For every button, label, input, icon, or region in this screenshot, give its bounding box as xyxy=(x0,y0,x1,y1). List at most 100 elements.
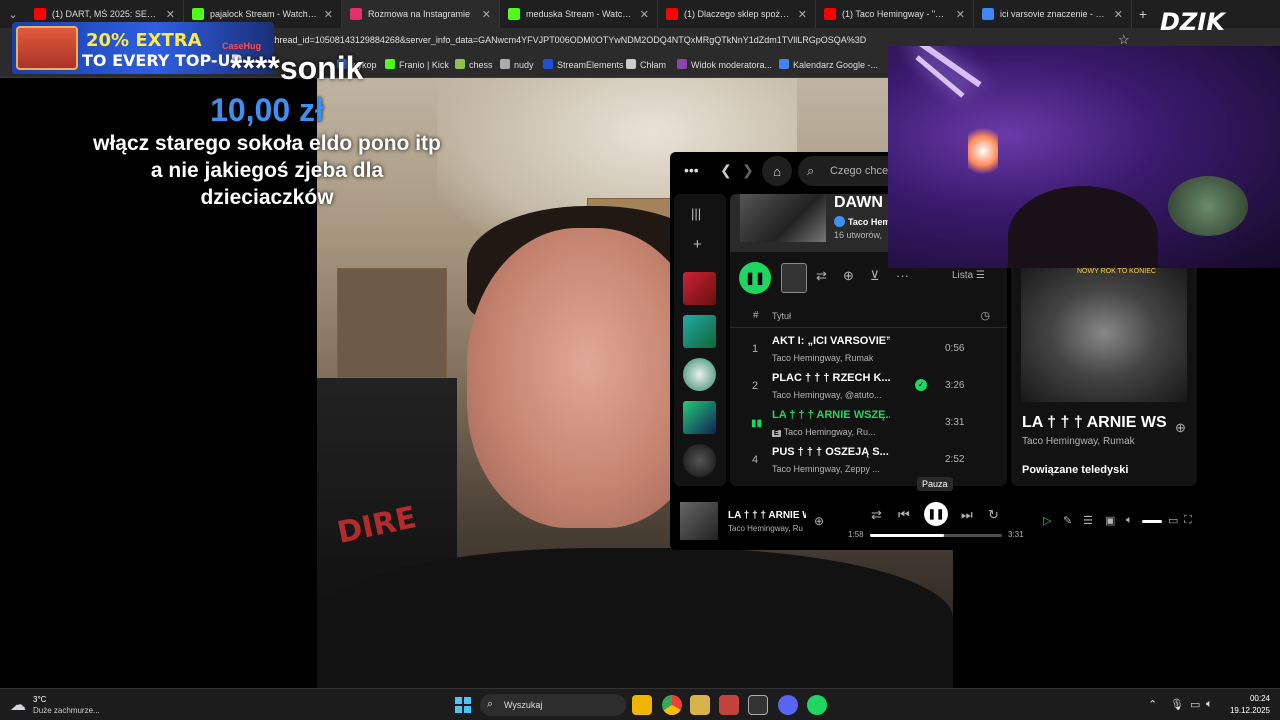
weather-temp[interactable]: 3°C xyxy=(33,695,46,704)
chevron-up-icon[interactable]: ⌃ xyxy=(1148,698,1157,711)
bookmark-item[interactable]: Widok moderatora... xyxy=(677,59,772,70)
webcam-shelf xyxy=(337,268,447,378)
tab-favicon-icon xyxy=(824,8,836,20)
bookmark-label: Kalendarz Google -... xyxy=(793,60,879,70)
network-icon[interactable]: ▭ xyxy=(1190,698,1200,711)
queue-icon[interactable]: ☰ xyxy=(1083,514,1093,527)
app-icon[interactable] xyxy=(690,695,710,715)
taskbar-search[interactable]: ⌕ Wyszukaj xyxy=(480,694,626,716)
browser-tab[interactable]: ici varsovie znaczenie - Szukaj w ✕ xyxy=(974,0,1132,28)
create-playlist-icon[interactable]: + xyxy=(693,236,702,253)
discord-icon[interactable] xyxy=(778,695,798,715)
album-pause-button[interactable]: ❚❚ xyxy=(739,262,771,294)
browser-tab[interactable]: meduska Stream - Watch Live ✕ xyxy=(500,0,658,28)
saved-check-icon[interactable]: ✓ xyxy=(915,379,927,391)
chrome-icon[interactable] xyxy=(662,695,682,715)
bookmark-item[interactable]: StreamElements xyxy=(543,59,624,70)
view-mode-toggle[interactable]: Lista ☰ xyxy=(952,270,985,281)
album-artist[interactable]: Taco Hem xyxy=(834,216,890,227)
volume-slider[interactable] xyxy=(1142,520,1162,523)
library-item[interactable] xyxy=(683,444,716,477)
connect-device-icon[interactable]: ▣ xyxy=(1105,514,1115,527)
browser-tab[interactable]: (1) Taco Hemingway - "Deszcz ✕ xyxy=(816,0,974,28)
track-title[interactable]: PUS † † † OSZEJĄ S... xyxy=(772,446,889,458)
progress-bar[interactable] xyxy=(870,534,1002,537)
close-tab-icon[interactable]: ✕ xyxy=(640,8,649,21)
shuffle-icon[interactable]: ⇄ xyxy=(816,268,827,284)
bookmark-label: Franio | Kick xyxy=(399,60,449,70)
player-track-title[interactable]: LA † † † ARNIE W xyxy=(728,510,806,521)
now-playing-view-icon[interactable]: ▷ xyxy=(1043,514,1051,527)
lyrics-icon[interactable]: ✎ xyxy=(1063,514,1072,527)
track-artist[interactable]: Taco Hemingway, Zeppy ... xyxy=(772,464,880,474)
clock-date[interactable]: 19.12.2025 xyxy=(1226,706,1270,715)
shuffle-icon[interactable]: ⇄ xyxy=(871,507,882,523)
close-tab-icon[interactable]: ✕ xyxy=(798,8,807,21)
player-track-artist[interactable]: Taco Hemingway, Ru xyxy=(728,524,803,533)
back-arrow-icon[interactable]: ❮ xyxy=(720,162,732,179)
track-row[interactable]: 2 PLAC † † † RZECH K... Taco Hemingway, @a… xyxy=(730,369,1007,405)
clock-time[interactable]: 00:24 xyxy=(1230,694,1270,703)
track-row[interactable]: 4 PUS † † † OSZEJĄ S... Taco Hemingway, Ze… xyxy=(730,443,1007,479)
bookmark-item[interactable]: chess xyxy=(455,59,493,70)
app-icon[interactable] xyxy=(719,695,739,715)
bookmark-item[interactable]: Chłam xyxy=(626,59,666,70)
track-artist[interactable]: Taco Hemingway, Rumak xyxy=(772,353,873,363)
home-icon[interactable]: ⌂ xyxy=(762,156,792,186)
cloud-icon[interactable]: ☁ xyxy=(10,695,26,715)
volume-icon[interactable]: 🔈︎ xyxy=(1126,514,1133,527)
spotify-icon[interactable] xyxy=(807,695,827,715)
track-title[interactable]: LA † † † ARNIE WSZĘ... xyxy=(772,409,890,421)
player-add-icon[interactable]: ⊕ xyxy=(814,514,824,528)
track-row[interactable]: 1 AKT I: „ICI VARSOVIE” Taco Hemingway, Ru… xyxy=(730,332,1007,368)
library-icon[interactable]: ||| xyxy=(691,206,701,221)
bookmark-item[interactable]: nudy xyxy=(500,59,534,70)
now-playing-artwork: NOWY ROK TO KONIEC xyxy=(1021,264,1187,402)
track-artist[interactable]: E Taco Hemingway, Ru... xyxy=(772,427,876,437)
library-item[interactable] xyxy=(683,401,716,434)
next-track-icon[interactable]: ⏭ xyxy=(961,507,973,523)
close-tab-icon[interactable]: ✕ xyxy=(956,8,965,21)
new-tab-button[interactable]: + xyxy=(1132,6,1154,22)
library-item[interactable] xyxy=(683,358,716,391)
track-duration: 2:52 xyxy=(945,454,965,465)
epic-games-icon[interactable] xyxy=(748,695,768,715)
close-tab-icon[interactable]: ✕ xyxy=(482,8,491,21)
bookmark-item[interactable]: Kalendarz Google -... xyxy=(779,59,878,70)
close-tab-icon[interactable]: ✕ xyxy=(166,8,175,21)
now-playing-artist[interactable]: Taco Hemingway, Rumak xyxy=(1022,436,1135,447)
download-icon[interactable]: ⊻ xyxy=(870,268,880,284)
album-preview-thumb[interactable] xyxy=(781,263,807,293)
windows-start-button[interactable] xyxy=(455,697,471,713)
file-explorer-icon[interactable] xyxy=(632,695,652,715)
add-to-library-icon[interactable]: ⊕ xyxy=(1175,420,1186,436)
repeat-icon[interactable]: ↻ xyxy=(988,507,999,523)
close-tab-icon[interactable]: ✕ xyxy=(324,8,333,21)
add-icon[interactable]: ⊕ xyxy=(843,268,854,284)
previous-track-icon[interactable]: ⏮ xyxy=(898,507,910,523)
library-item[interactable] xyxy=(683,272,716,305)
bookmark-item[interactable]: Franio | Kick xyxy=(385,59,449,70)
url-text[interactable]: thread_id=10508143129884268&server_info_… xyxy=(272,35,866,45)
track-row[interactable]: ▮▮ LA † † † ARNIE WSZĘ... E Taco Hemingway,… xyxy=(730,406,1007,442)
fullscreen-icon[interactable]: ⛶ xyxy=(1184,514,1192,527)
track-title[interactable]: PLAC † † † RZECH K... xyxy=(772,372,890,384)
close-tab-icon[interactable]: ✕ xyxy=(1114,8,1123,21)
explicit-badge: E xyxy=(772,430,781,437)
track-title[interactable]: AKT I: „ICI VARSOVIE” xyxy=(772,335,890,347)
miniplayer-icon[interactable]: ▭ xyxy=(1168,514,1178,527)
pause-button[interactable]: ❚❚ xyxy=(924,502,948,526)
menu-dots-icon[interactable]: ••• xyxy=(684,162,699,178)
browser-tab[interactable]: (1) Dlaczego sklep spożywczy ✕ xyxy=(658,0,816,28)
bookmark-favicon-icon xyxy=(455,59,465,69)
microphone-icon[interactable]: 🎙︎ xyxy=(1170,698,1184,711)
now-playing-title[interactable]: LA † † † ARNIE WS xyxy=(1022,414,1167,432)
player-cover[interactable] xyxy=(680,502,718,540)
forward-arrow-icon[interactable]: ❯ xyxy=(742,162,754,179)
more-options-icon[interactable]: ··· xyxy=(896,268,909,283)
library-item[interactable] xyxy=(683,315,716,348)
track-artist[interactable]: Taco Hemingway, @atuto... xyxy=(772,390,882,400)
browser-tab[interactable]: Rozmowa na Instagramie ✕ xyxy=(342,0,500,28)
volume-icon[interactable]: 🔈︎ xyxy=(1206,698,1213,711)
weather-desc[interactable]: Duże zachmurze... xyxy=(33,706,100,715)
